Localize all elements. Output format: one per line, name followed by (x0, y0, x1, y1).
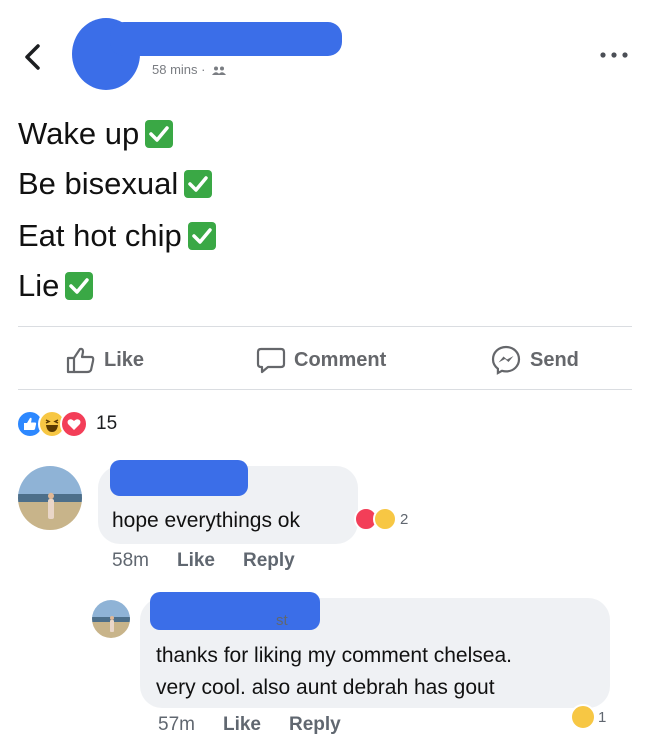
reply-text-line-2: very cool. also aunt debrah has gout (156, 676, 495, 699)
reply-reactions[interactable]: 1 (570, 704, 606, 730)
post-line-text: Be bisexual (18, 166, 179, 201)
post-line-1: Wake up (18, 116, 174, 152)
post-line-2: Be bisexual (18, 166, 213, 202)
reply-reply-button[interactable]: Reply (289, 714, 341, 736)
messenger-icon (491, 345, 521, 375)
reply-text-line-1: thanks for liking my comment chelsea. (156, 644, 512, 667)
like-label: Like (104, 348, 145, 371)
divider (18, 389, 632, 390)
author-name-redacted[interactable] (110, 22, 342, 56)
send-label: Send (530, 348, 579, 371)
comment-reply-button[interactable]: Reply (243, 550, 295, 572)
post-line-text: Wake up (18, 116, 140, 151)
post-line-text: Eat hot chip (18, 218, 182, 253)
reply-time: 57m (158, 714, 195, 735)
comment-reactions[interactable]: 2 (354, 507, 408, 531)
comment-meta: 58m Like Reply (112, 550, 295, 572)
comment-label: Comment (294, 348, 387, 371)
reply-like-button[interactable]: Like (223, 714, 261, 736)
replier-avatar[interactable] (92, 600, 130, 638)
reply-reaction-count: 1 (598, 708, 607, 726)
post-line-4: Lie (18, 268, 94, 304)
comment-bubble-icon (256, 347, 286, 374)
checkmark-emoji-icon (184, 170, 213, 198)
comment-time: 58m (112, 550, 149, 571)
reply-meta: 57m Like Reply (158, 714, 341, 736)
thumbs-up-icon (66, 347, 95, 374)
wow-reaction-icon (570, 704, 596, 730)
post-line-3: Eat hot chip (18, 218, 216, 254)
more-options-icon[interactable] (598, 50, 630, 60)
comment-text: hope everythings ok (112, 509, 300, 532)
comment-button[interactable]: Comment (256, 343, 386, 377)
love-reaction-icon (60, 410, 88, 438)
post-time-text: 58 mins (152, 62, 198, 77)
sad-reaction-icon (373, 507, 397, 531)
divider (18, 326, 632, 327)
replier-name-redacted[interactable] (150, 592, 320, 630)
post-timestamp: 58 mins · (152, 62, 227, 77)
checkmark-emoji-icon (187, 222, 216, 250)
replier-name-fragment-text: st (276, 612, 288, 629)
checkmark-emoji-icon (145, 120, 174, 148)
commenter-name-redacted[interactable] (110, 460, 248, 496)
reaction-count: 15 (96, 413, 118, 434)
comment-reaction-count: 2 (400, 510, 409, 528)
back-arrow-icon[interactable] (22, 42, 44, 72)
comment-like-button[interactable]: Like (177, 550, 215, 572)
reactions-summary[interactable]: 15 (16, 410, 117, 438)
send-button[interactable]: Send (490, 343, 579, 377)
checkmark-emoji-icon (65, 272, 94, 300)
commenter-avatar[interactable] (18, 466, 82, 530)
post-line-text: Lie (18, 268, 60, 303)
like-button[interactable]: Like (66, 343, 144, 377)
friends-icon (212, 66, 227, 76)
